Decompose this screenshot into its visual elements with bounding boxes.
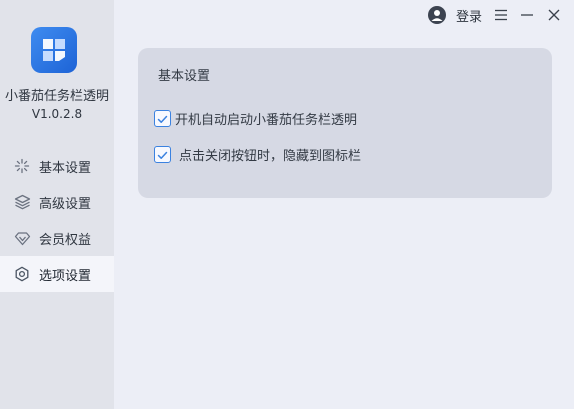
- checkmark-icon: [157, 109, 168, 128]
- gear-icon: [13, 265, 31, 283]
- settings-card: 基本设置 开机自动启动小番茄任务栏透明 点击关闭按钮时，隐藏到图标栏: [138, 48, 552, 198]
- sparkle-icon: [13, 157, 31, 175]
- sidebar: 小番茄任务栏透明 V1.0.2.8 基本设置 高级设置 会员权益 选项设置: [0, 0, 114, 409]
- checkmark-icon: [157, 145, 168, 164]
- hide-to-tray-option[interactable]: 点击关闭按钮时，隐藏到图标栏: [154, 145, 361, 164]
- app-logo-icon: [31, 27, 77, 73]
- sidebar-item-basic-settings[interactable]: 基本设置: [0, 148, 114, 184]
- sidebar-item-advanced-settings[interactable]: 高级设置: [0, 184, 114, 220]
- section-title: 基本设置: [158, 69, 211, 84]
- hide-to-tray-label: 点击关闭按钮时，隐藏到图标栏: [179, 149, 362, 164]
- autostart-option[interactable]: 开机自动启动小番茄任务栏透明: [154, 109, 357, 128]
- minimize-button[interactable]: [517, 5, 537, 25]
- app-name: 小番茄任务栏透明: [4, 89, 109, 104]
- sidebar-item-label: 基本设置: [39, 160, 92, 176]
- app-window: 小番茄任务栏透明 V1.0.2.8 基本设置 高级设置 会员权益 选项设置 登录…: [0, 0, 574, 409]
- diamond-icon: [13, 229, 31, 247]
- layers-icon: [13, 193, 31, 211]
- sidebar-item-label: 高级设置: [39, 196, 92, 212]
- hide-to-tray-checkbox[interactable]: [154, 146, 171, 163]
- menu-button[interactable]: [491, 5, 511, 25]
- close-button[interactable]: [544, 5, 564, 25]
- sidebar-item-member-benefits[interactable]: 会员权益: [0, 220, 114, 256]
- sidebar-item-option-settings[interactable]: 选项设置: [0, 256, 114, 292]
- minimize-icon: [520, 6, 534, 25]
- avatar-icon[interactable]: [428, 6, 446, 24]
- close-icon: [548, 6, 560, 25]
- sidebar-item-label: 会员权益: [39, 232, 92, 248]
- autostart-checkbox[interactable]: [154, 110, 171, 127]
- hamburger-icon: [494, 6, 508, 25]
- app-version: V1.0.2.8: [31, 107, 83, 121]
- autostart-label: 开机自动启动小番茄任务栏透明: [175, 113, 358, 128]
- login-button[interactable]: 登录: [456, 6, 482, 25]
- sidebar-item-label: 选项设置: [39, 268, 92, 284]
